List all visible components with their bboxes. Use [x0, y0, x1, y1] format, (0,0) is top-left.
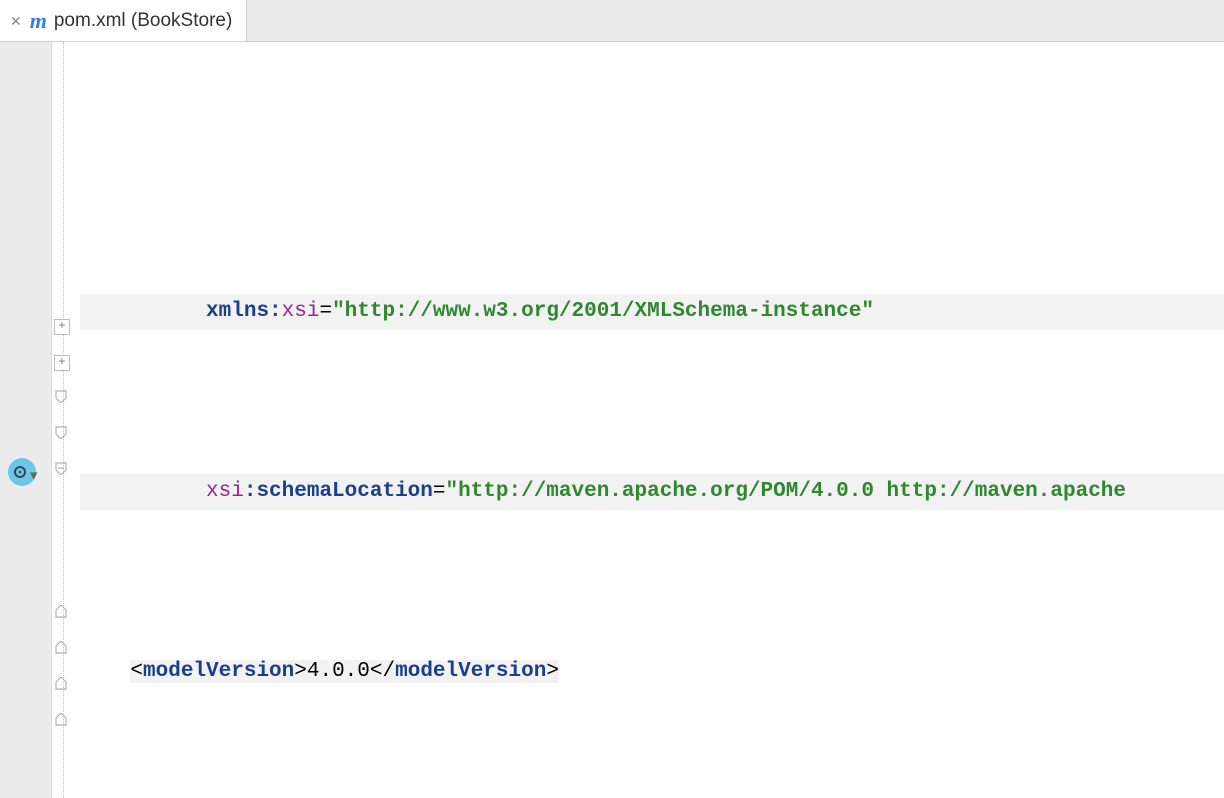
xml-tag: modelVersion	[143, 660, 294, 683]
xml-attr: xmlns:	[206, 300, 282, 323]
xml-punct: >	[294, 660, 307, 683]
tab-label: pom.xml (BookStore)	[54, 10, 232, 32]
xml-punct: <	[130, 660, 143, 683]
fold-expand-icon[interactable]: +	[54, 319, 70, 335]
close-icon[interactable]: ✕	[10, 14, 22, 28]
tab-bar: ✕ m pom.xml (BookStore)	[0, 0, 1224, 42]
editor-area: ▾ + + 💡 xmlns:xsi	[0, 42, 1224, 798]
xml-tag: modelVersion	[395, 660, 546, 683]
tab-pom-xml[interactable]: ✕ m pom.xml (BookStore)	[0, 0, 247, 41]
xml-string: "http://maven.apache.org/POM/4.0.0 http:…	[445, 480, 1126, 503]
fold-expand-icon[interactable]: +	[54, 355, 70, 371]
xml-ns: xsi	[282, 300, 320, 323]
code-content[interactable]: 💡 xmlns:xsi="http://www.w3.org/2001/XMLS…	[80, 42, 1224, 798]
fold-end-icon[interactable]	[54, 677, 70, 693]
xml-punct: </	[370, 660, 395, 683]
fold-end-icon[interactable]	[54, 713, 70, 729]
code-line: xmlns:xsi="http://www.w3.org/2001/XMLSch…	[80, 294, 1224, 330]
xml-attr: :schemaLocation	[244, 480, 433, 503]
maven-icon: m	[30, 8, 46, 34]
fold-collapse-icon[interactable]	[54, 425, 70, 441]
fold-end-icon[interactable]	[54, 641, 70, 657]
xml-string: "http://www.w3.org/2001/XMLSchema-instan…	[332, 300, 874, 323]
left-gutter-strip: ▾	[0, 42, 52, 798]
code-line: <modelVersion>4.0.0</modelVersion>	[80, 654, 1224, 690]
xml-punct: =	[319, 300, 332, 323]
fold-collapse-icon[interactable]	[54, 461, 70, 477]
arrow-down-icon: ▾	[30, 466, 38, 485]
fold-gutter: + +	[52, 42, 80, 798]
code-line: xsi:schemaLocation="http://maven.apache.…	[80, 474, 1224, 510]
xml-punct: =	[433, 480, 446, 503]
fold-collapse-icon[interactable]	[54, 389, 70, 405]
xml-punct: >	[546, 660, 559, 683]
xml-text: 4.0.0	[307, 660, 370, 683]
fold-end-icon[interactable]	[54, 605, 70, 621]
xml-ns: xsi	[206, 480, 244, 503]
